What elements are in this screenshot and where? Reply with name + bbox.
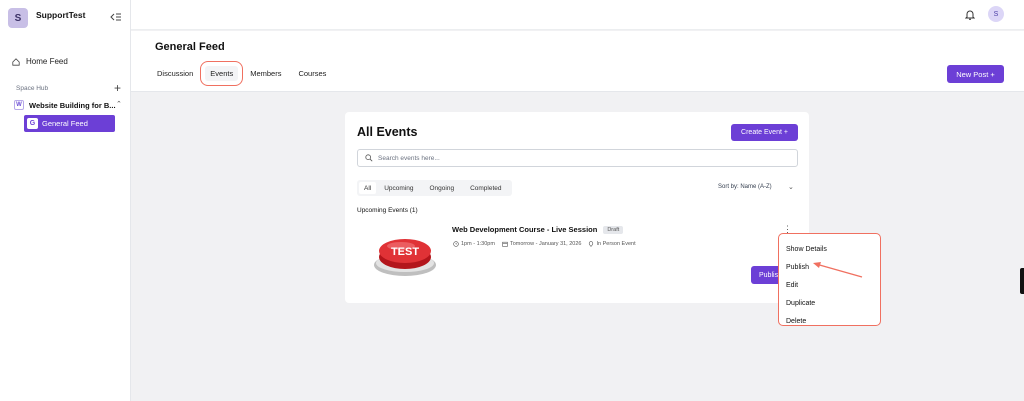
search-icon bbox=[365, 154, 373, 162]
space-hub-label: Space Hub bbox=[16, 85, 49, 92]
annotation-arrow-icon bbox=[813, 262, 863, 278]
top-bar: S bbox=[131, 0, 1024, 30]
sidebar-item-label: Home Feed bbox=[26, 57, 68, 66]
menu-item-show-details[interactable]: Show Details bbox=[779, 240, 880, 258]
user-avatar[interactable]: S bbox=[988, 6, 1004, 22]
event-image-text: TEST bbox=[391, 246, 419, 258]
chevron-up-icon[interactable]: ⌃ bbox=[116, 100, 122, 108]
workspace-switcher[interactable]: S SupportTest bbox=[8, 8, 85, 28]
collapse-sidebar-icon[interactable] bbox=[110, 11, 122, 23]
create-event-button[interactable]: Create Event + bbox=[731, 124, 798, 141]
section-label: Upcoming Events (1) bbox=[357, 207, 418, 214]
tab-events[interactable]: Events bbox=[200, 61, 244, 86]
sort-select[interactable]: Sort by: Name (A-Z) bbox=[718, 184, 772, 190]
event-row[interactable]: Web Development Course - Live Session Dr… bbox=[452, 225, 624, 234]
tab-members[interactable]: Members bbox=[250, 69, 281, 81]
sidebar-item-home-feed[interactable]: Home Feed bbox=[12, 57, 68, 66]
event-date-text: Tomorrow - January 31, 2026 bbox=[509, 241, 582, 247]
event-meta: 1pm - 1:30pm Tomorrow - January 31, 2026… bbox=[453, 241, 643, 247]
status-badge: Draft bbox=[603, 225, 624, 234]
filter-upcoming[interactable]: Upcoming bbox=[376, 182, 421, 194]
space-name: Website Building for B... bbox=[29, 100, 116, 110]
tab-courses[interactable]: Courses bbox=[298, 69, 326, 81]
filter-all[interactable]: All bbox=[359, 182, 377, 194]
menu-item-delete[interactable]: Delete bbox=[779, 312, 880, 330]
search-input[interactable] bbox=[378, 154, 778, 162]
sidebar-item-space[interactable]: W Website Building for B... bbox=[14, 100, 116, 110]
event-time-text: 1pm - 1:30pm bbox=[461, 241, 495, 247]
bell-icon[interactable] bbox=[965, 9, 975, 20]
events-title: All Events bbox=[357, 125, 418, 139]
menu-item-duplicate[interactable]: Duplicate bbox=[779, 294, 880, 312]
workspace-name: SupportTest bbox=[36, 10, 86, 20]
calendar-icon bbox=[502, 241, 508, 247]
feed-badge: G bbox=[27, 118, 38, 129]
filter-ongoing[interactable]: Ongoing bbox=[422, 182, 463, 194]
feed-header: General Feed Discussion Events Members C… bbox=[131, 31, 1024, 92]
add-space-icon[interactable]: + bbox=[114, 82, 121, 94]
sidebar-item-label: General Feed bbox=[42, 119, 88, 128]
edge-handle bbox=[1020, 268, 1024, 294]
clock-icon bbox=[453, 241, 459, 247]
event-date: Tomorrow - January 31, 2026 bbox=[502, 241, 582, 247]
tab-bar: Discussion Events Members Courses bbox=[157, 61, 343, 86]
event-location-text: In Person Event bbox=[596, 241, 636, 247]
event-filters: All Upcoming Ongoing Completed bbox=[357, 180, 512, 196]
location-pin-icon bbox=[589, 241, 594, 247]
home-icon bbox=[12, 57, 20, 66]
event-location: In Person Event bbox=[588, 241, 636, 247]
space-badge: W bbox=[14, 100, 24, 110]
event-time: 1pm - 1:30pm bbox=[453, 241, 495, 247]
page-title: General Feed bbox=[155, 41, 225, 53]
tab-discussion[interactable]: Discussion bbox=[157, 69, 193, 81]
chevron-down-icon[interactable]: ⌄ bbox=[788, 183, 794, 191]
event-thumbnail[interactable]: TEST bbox=[371, 227, 439, 279]
sidebar-item-general-feed[interactable]: G General Feed bbox=[24, 115, 115, 132]
workspace-avatar: S bbox=[8, 8, 28, 28]
event-title: Web Development Course - Live Session bbox=[452, 225, 598, 234]
new-post-button[interactable]: New Post + bbox=[947, 65, 1004, 83]
sidebar: S SupportTest Home Feed Space Hub + W We… bbox=[0, 0, 131, 401]
filter-completed[interactable]: Completed bbox=[462, 182, 509, 194]
events-card: All Events Create Event + All Upcoming O… bbox=[345, 112, 809, 303]
event-search[interactable] bbox=[357, 149, 798, 167]
